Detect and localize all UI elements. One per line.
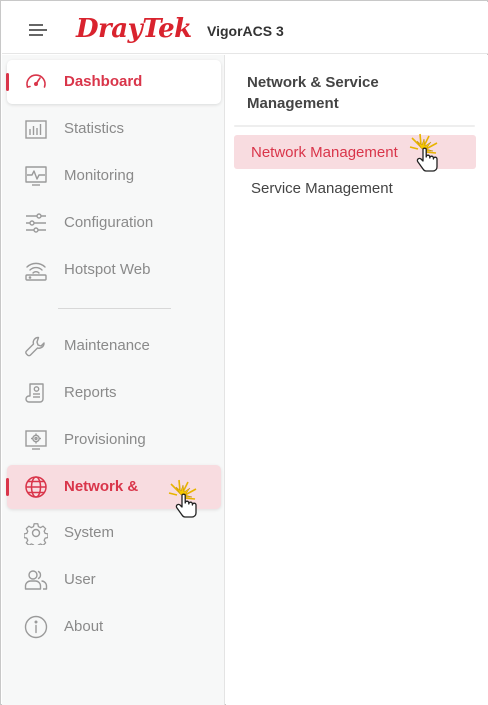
- users-icon: [24, 568, 48, 592]
- report-scroll-icon: [24, 381, 48, 405]
- wifi-router-icon: [24, 258, 48, 282]
- app-window: DrayTek VigorACS 3 Dashboard Statistics …: [0, 0, 488, 705]
- sidebar-item-label: Network &: [64, 478, 139, 495]
- sidebar-item-label: Statistics: [64, 120, 125, 137]
- draytek-logo: DrayTek: [76, 14, 192, 44]
- gear-icon: [24, 521, 48, 545]
- globe-icon: [24, 475, 48, 499]
- product-name: VigorACS 3: [207, 23, 284, 39]
- sidebar-item-maintenance[interactable]: Maintenance: [7, 324, 221, 368]
- hamburger-menu-icon[interactable]: [29, 22, 47, 36]
- submenu-panel: Network & Service Management Network Man…: [226, 55, 488, 705]
- active-indicator: [6, 73, 9, 91]
- sidebar-item-label: Configuration: [64, 214, 154, 231]
- sidebar-item-label: Hotspot Web: [64, 261, 151, 278]
- top-bar: DrayTek VigorACS 3: [2, 2, 488, 54]
- sidebar-item-monitoring[interactable]: Monitoring: [7, 154, 221, 198]
- sidebar-item-dashboard[interactable]: Dashboard: [6, 60, 221, 104]
- wrench-icon: [24, 334, 48, 358]
- bar-chart-icon: [24, 117, 48, 141]
- sidebar-divider: [58, 308, 171, 309]
- speedometer-icon: [24, 70, 48, 94]
- sidebar-item-label: System: [64, 524, 115, 541]
- hand-pointer-icon: [168, 479, 198, 519]
- sidebar: Dashboard Statistics Monitoring Configur…: [2, 55, 225, 705]
- sidebar-item-provisioning[interactable]: Provisioning: [7, 418, 221, 462]
- hand-pointer-icon: [409, 133, 439, 173]
- sidebar-item-configuration[interactable]: Configuration: [7, 201, 221, 245]
- sidebar-item-label: User: [64, 571, 96, 588]
- active-indicator: [6, 478, 9, 496]
- sidebar-item-reports[interactable]: Reports: [7, 371, 221, 415]
- provisioning-gear-icon: [24, 428, 48, 452]
- sliders-icon: [24, 211, 48, 235]
- info-icon: [24, 615, 48, 639]
- sidebar-item-label: Maintenance: [64, 337, 150, 354]
- sidebar-item-statistics[interactable]: Statistics: [7, 107, 221, 151]
- sidebar-item-label: Provisioning: [64, 431, 146, 448]
- sidebar-item-hotspot-web[interactable]: Hotspot Web: [7, 248, 221, 292]
- sidebar-item-label: Monitoring: [64, 167, 135, 184]
- monitor-pulse-icon: [24, 164, 48, 188]
- sidebar-item-label: Reports: [64, 384, 117, 401]
- submenu-item-label: Service Management: [251, 180, 393, 197]
- sidebar-item-label: Dashboard: [64, 73, 143, 90]
- sidebar-item-label: About: [64, 618, 104, 635]
- submenu-item-label: Network Management: [251, 144, 398, 161]
- sidebar-item-user[interactable]: User: [7, 558, 221, 602]
- submenu-divider: [234, 125, 475, 127]
- sidebar-item-about[interactable]: About: [7, 605, 221, 649]
- submenu-title: Network & Service Management: [247, 74, 379, 112]
